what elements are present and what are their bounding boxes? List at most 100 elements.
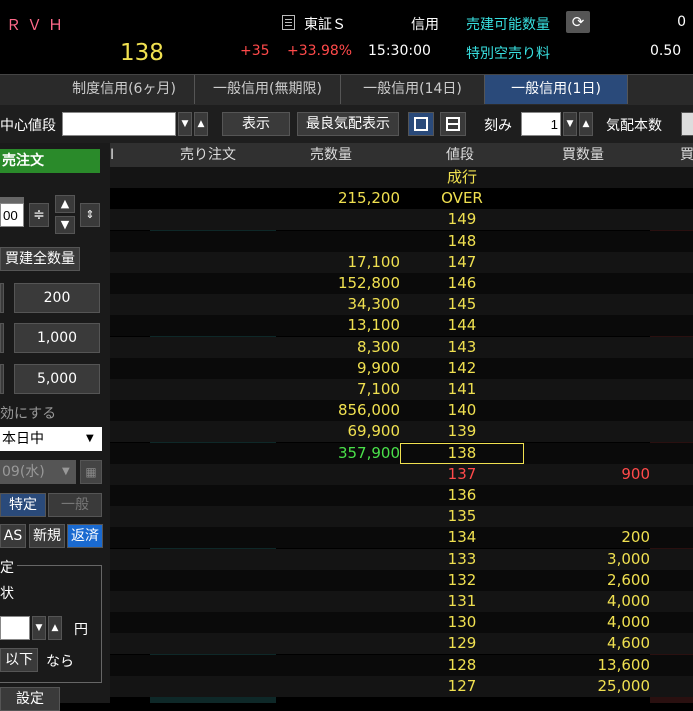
qty-preset-5000[interactable]: 5,000 <box>14 364 100 394</box>
qty-preset-left-1[interactable] <box>0 283 4 313</box>
buy-qty-cell[interactable]: 4,000 <box>607 591 650 612</box>
table-row[interactable]: 129 4,600 <box>110 633 693 655</box>
sell-qty-cell[interactable]: 13,100 <box>348 315 401 336</box>
center-price-dropdown-icon[interactable]: ▼ <box>178 112 192 136</box>
price-cell[interactable]: 130 <box>400 612 524 633</box>
price-cell[interactable]: 145 <box>400 294 524 315</box>
tab-standard-6m[interactable]: 制度信用(6ヶ月) <box>54 75 195 104</box>
table-row[interactable]: 133 3,000 <box>110 548 693 570</box>
price-cell[interactable]: 140 <box>400 400 524 421</box>
price-cell[interactable]: 132 <box>400 570 524 591</box>
price-cell[interactable]: 144 <box>400 315 524 336</box>
qty-preset-1000[interactable]: 1,000 <box>14 323 100 353</box>
price-cell[interactable]: 129 <box>400 633 524 654</box>
sell-qty-cell[interactable]: 34,300 <box>348 294 401 315</box>
order-type-as-button[interactable]: AS <box>0 524 26 548</box>
price-cell[interactable]: 148 <box>400 231 524 252</box>
tab-general-unlimited[interactable]: 一般信用(無期限) <box>195 75 341 104</box>
table-row[interactable]: 8,300 143 <box>110 336 693 358</box>
qty-up-icon[interactable]: ▲ <box>55 195 75 213</box>
split-view-icon[interactable] <box>440 112 466 136</box>
account-general-button[interactable]: 一般 <box>48 493 102 517</box>
qty-step-icon[interactable]: ≑ <box>29 203 49 227</box>
qty-preset-200[interactable]: 200 <box>14 283 100 313</box>
sell-qty-cell[interactable]: 8,300 <box>357 337 400 358</box>
tick-input[interactable] <box>521 112 561 136</box>
sell-qty-cell[interactable]: 17,100 <box>348 252 401 273</box>
price-cell[interactable]: 135 <box>400 506 524 527</box>
buy-qty-cell[interactable]: 4,600 <box>607 633 650 654</box>
trigger-up-icon[interactable]: ▲ <box>48 616 62 640</box>
table-row[interactable]: 128 13,600 <box>110 654 693 676</box>
table-row[interactable]: 134 200 <box>110 527 693 549</box>
table-row[interactable]: 136 <box>110 485 693 506</box>
buy-qty-cell[interactable]: 25,000 <box>598 676 651 697</box>
tick-up-icon[interactable]: ▲ <box>579 112 593 136</box>
price-cell[interactable]: 131 <box>400 591 524 612</box>
table-row[interactable]: 135 <box>110 506 693 528</box>
qty-down-icon[interactable]: ▼ <box>55 216 75 234</box>
table-row[interactable]: 137 900 <box>110 463 693 485</box>
table-row[interactable]: 215,200 OVER <box>110 188 693 210</box>
trigger-dropdown-icon[interactable]: ▼ <box>32 616 46 640</box>
table-row[interactable]: 152,800 146 <box>110 273 693 294</box>
price-cell[interactable]: 138 <box>400 442 524 464</box>
tick-dropdown-icon[interactable]: ▼ <box>563 112 577 136</box>
table-row[interactable]: 7,100 141 <box>110 379 693 400</box>
buy-qty-cell[interactable]: 900 <box>621 464 650 485</box>
buy-qty-cell[interactable]: 3,000 <box>607 549 650 570</box>
table-row[interactable]: 13,100 144 <box>110 315 693 337</box>
table-row[interactable]: 148 <box>110 230 693 252</box>
sell-qty-cell[interactable]: 69,900 <box>348 421 401 442</box>
price-cell[interactable]: 149 <box>400 209 524 230</box>
table-row[interactable]: 130 4,000 <box>110 612 693 634</box>
period-dropdown-icon[interactable]: ▼ <box>86 427 94 451</box>
table-row[interactable]: 17,100 147 <box>110 251 693 273</box>
table-row[interactable]: 357,900 138 <box>110 442 693 464</box>
order-type-new-button[interactable]: 新規 <box>29 524 65 548</box>
price-cell[interactable]: 128 <box>400 655 524 676</box>
date-dropdown-icon[interactable]: ▼ <box>62 460 70 484</box>
sell-qty-cell[interactable]: 357,900 <box>338 443 400 464</box>
qty-preset-left-2[interactable] <box>0 323 4 353</box>
price-cell[interactable]: 139 <box>400 421 524 442</box>
below-button[interactable]: 以下 <box>0 648 38 672</box>
setting-button[interactable]: 設定 <box>0 687 60 711</box>
buy-qty-cell[interactable]: 13,600 <box>598 655 651 676</box>
sell-qty-cell[interactable]: 7,100 <box>357 379 400 400</box>
trigger-price-input[interactable] <box>0 616 30 640</box>
table-row[interactable]: 9,900 142 <box>110 357 693 379</box>
refresh-icon[interactable]: ⟳ <box>566 11 590 33</box>
qty-preset-left-3[interactable] <box>0 364 4 394</box>
center-price-input[interactable] <box>62 112 176 136</box>
table-row[interactable]: 34,300 145 <box>110 294 693 316</box>
price-cell[interactable]: 142 <box>400 358 524 379</box>
center-price-up-icon[interactable]: ▲ <box>194 112 208 136</box>
table-row[interactable]: 149 <box>110 209 693 231</box>
price-cell[interactable]: 141 <box>400 379 524 400</box>
table-row[interactable]: 127 25,000 <box>110 675 693 697</box>
order-type-close-button[interactable]: 返済 <box>67 524 103 548</box>
buy-qty-cell[interactable]: 200 <box>621 527 650 548</box>
price-cell[interactable]: 成行 <box>400 167 524 188</box>
price-cell[interactable]: 147 <box>400 252 524 273</box>
best-quote-button[interactable]: 最良気配表示 <box>297 112 399 136</box>
buy-qty-cell[interactable]: 4,000 <box>607 612 650 633</box>
price-cell[interactable]: 146 <box>400 273 524 294</box>
price-cell[interactable]: 134 <box>400 527 524 548</box>
price-cell[interactable]: OVER <box>400 188 524 209</box>
tab-general-1d[interactable]: 一般信用(1日) <box>485 75 628 104</box>
invalid-checkbox-label[interactable]: 効にする <box>0 403 56 423</box>
sell-qty-cell[interactable]: 215,200 <box>338 188 400 209</box>
sell-qty-cell[interactable]: 856,000 <box>338 400 400 421</box>
tab-general-14d[interactable]: 一般信用(14日) <box>341 75 485 104</box>
buy-qty-cell[interactable]: 2,600 <box>607 570 650 591</box>
table-row[interactable]: 856,000 140 <box>110 400 693 422</box>
sell-qty-cell[interactable]: 9,900 <box>357 358 400 379</box>
qty-input[interactable] <box>0 203 24 227</box>
quote-count-input[interactable] <box>681 112 693 136</box>
single-view-icon[interactable] <box>408 112 434 136</box>
table-row[interactable]: 132 2,600 <box>110 569 693 591</box>
price-cell[interactable]: 143 <box>400 337 524 358</box>
account-special-button[interactable]: 特定 <box>0 493 46 517</box>
